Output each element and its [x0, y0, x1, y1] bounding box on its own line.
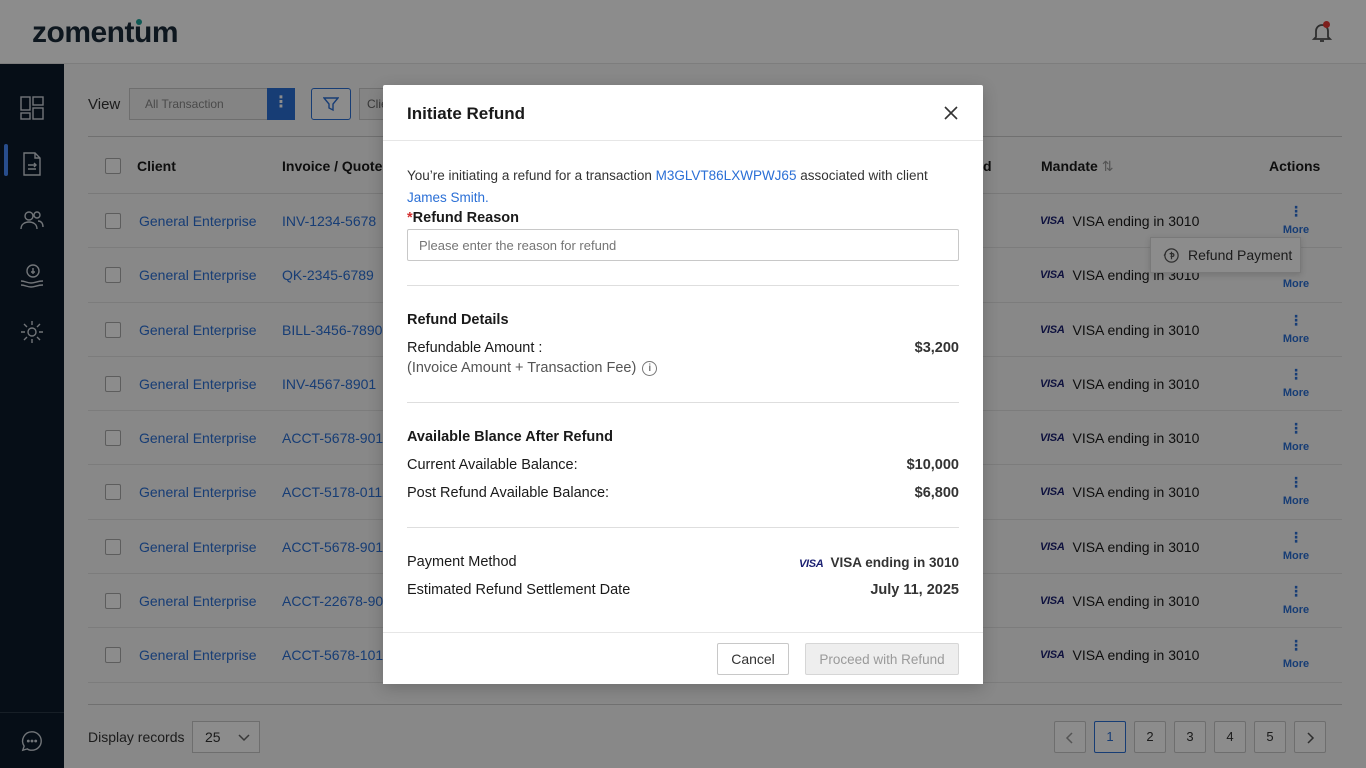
dialog-footer: Cancel Proceed with Refund	[383, 632, 983, 684]
dialog-title: Initiate Refund	[407, 104, 526, 123]
dialog-header: Initiate Refund	[383, 85, 983, 141]
visa-logo-icon: VISA	[798, 558, 824, 570]
refund-details-title: Refund Details	[407, 312, 509, 328]
payment-method-value: VISA VISA ending in 3010	[798, 555, 959, 570]
refund-reason-input[interactable]	[407, 229, 959, 261]
divider	[407, 285, 959, 286]
initiate-refund-dialog: Initiate Refund You’re initiating a refu…	[383, 85, 983, 684]
settlement-date-value: July 11, 2025	[870, 582, 959, 598]
refund-intro-text: You’re initiating a refund for a transac…	[407, 168, 928, 205]
payment-method-label: Payment Method	[407, 554, 517, 570]
post-refund-balance-value: $6,800	[914, 485, 959, 501]
info-icon[interactable]: i	[642, 360, 658, 376]
transaction-id-link[interactable]: M3GLVT86LXWPWJ65	[656, 168, 797, 183]
settlement-date-label: Estimated Refund Settlement Date	[407, 582, 631, 598]
post-refund-balance-label: Post Refund Available Balance:	[407, 485, 610, 501]
client-name-link[interactable]: James Smith.	[407, 190, 489, 205]
divider	[407, 527, 959, 528]
refund-reason-label: *Refund Reason	[407, 210, 519, 226]
refundable-amount-subtext: (Invoice Amount + Transaction Fee) i	[407, 360, 658, 376]
current-balance-value: $10,000	[906, 457, 959, 473]
cancel-button[interactable]: Cancel	[717, 643, 789, 675]
refundable-amount-value: $3,200	[914, 340, 959, 356]
current-balance-label: Current Available Balance:	[407, 457, 578, 473]
refundable-amount-label: Refundable Amount :	[407, 340, 543, 356]
proceed-with-refund-button[interactable]: Proceed with Refund	[805, 643, 959, 675]
divider	[407, 402, 959, 403]
balance-after-refund-title: Available Blance After Refund	[407, 429, 614, 445]
close-icon[interactable]	[943, 105, 959, 121]
